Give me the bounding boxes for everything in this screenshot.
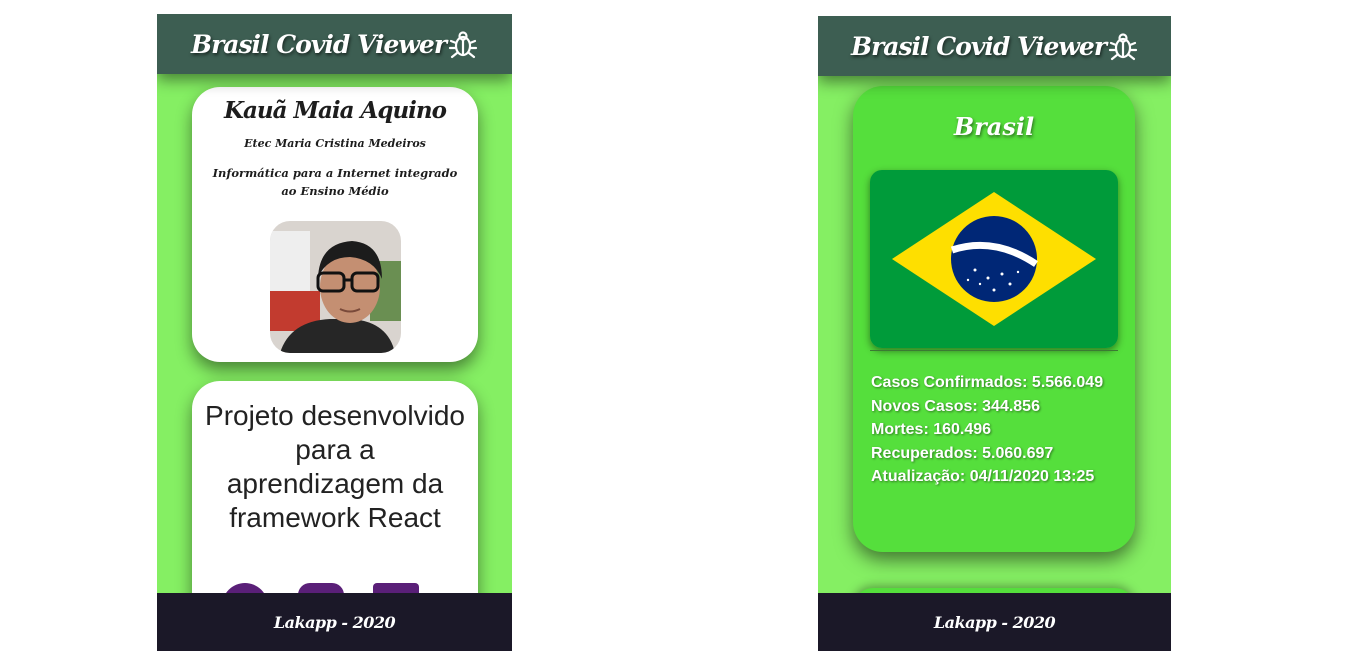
app-header: Brasil Covid Viewer <box>818 16 1171 76</box>
app-header: Brasil Covid Viewer <box>157 14 512 74</box>
country-stats: Casos Confirmados: 5.566.049 Novos Casos… <box>871 371 1111 489</box>
app-title: Brasil Covid Viewer <box>190 29 447 59</box>
profile-school: Etec Maria Cristina Medeiros <box>244 137 426 150</box>
phone-screen-country: Brasil Covid Viewer Brasil Casos Confirm… <box>818 16 1171 651</box>
app-footer: Lakapp - 2020 <box>157 593 512 651</box>
footer-text: Lakapp - 2020 <box>273 612 396 632</box>
profile-card: Kauã Maia Aquino Etec Maria Cristina Med… <box>192 87 478 362</box>
app-footer: Lakapp - 2020 <box>818 593 1171 651</box>
country-card[interactable]: Brasil Casos Confirmados: 5.566.049 Novo… <box>853 86 1135 552</box>
project-card: Projeto desenvolvido para a aprendizagem… <box>192 381 478 623</box>
bug-icon <box>1108 31 1138 61</box>
profile-course: Informática para a Internet integrado ao… <box>212 166 458 198</box>
phone-screen-profile: Brasil Covid Viewer Kauã Maia Aquino Ete… <box>157 14 512 651</box>
brazil-flag-image <box>870 170 1118 348</box>
deaths: Mortes: 160.496 <box>871 421 992 438</box>
project-description: Projeto desenvolvido para a aprendizagem… <box>205 400 465 533</box>
avatar <box>270 221 401 353</box>
footer-text: Lakapp - 2020 <box>933 612 1056 632</box>
app-title: Brasil Covid Viewer <box>850 31 1107 61</box>
profile-name: Kauã Maia Aquino <box>224 97 447 124</box>
new-cases: Novos Casos: 344.856 <box>871 397 1040 415</box>
bug-icon <box>448 29 478 59</box>
recovered: Recuperados: 5.060.697 <box>871 444 1054 462</box>
last-update: Atualização: 04/11/2020 13:25 <box>871 468 1095 485</box>
confirmed-cases: Casos Confirmados: 5.566.049 <box>871 374 1104 391</box>
country-name: Brasil <box>953 112 1035 141</box>
divider <box>870 350 1118 351</box>
